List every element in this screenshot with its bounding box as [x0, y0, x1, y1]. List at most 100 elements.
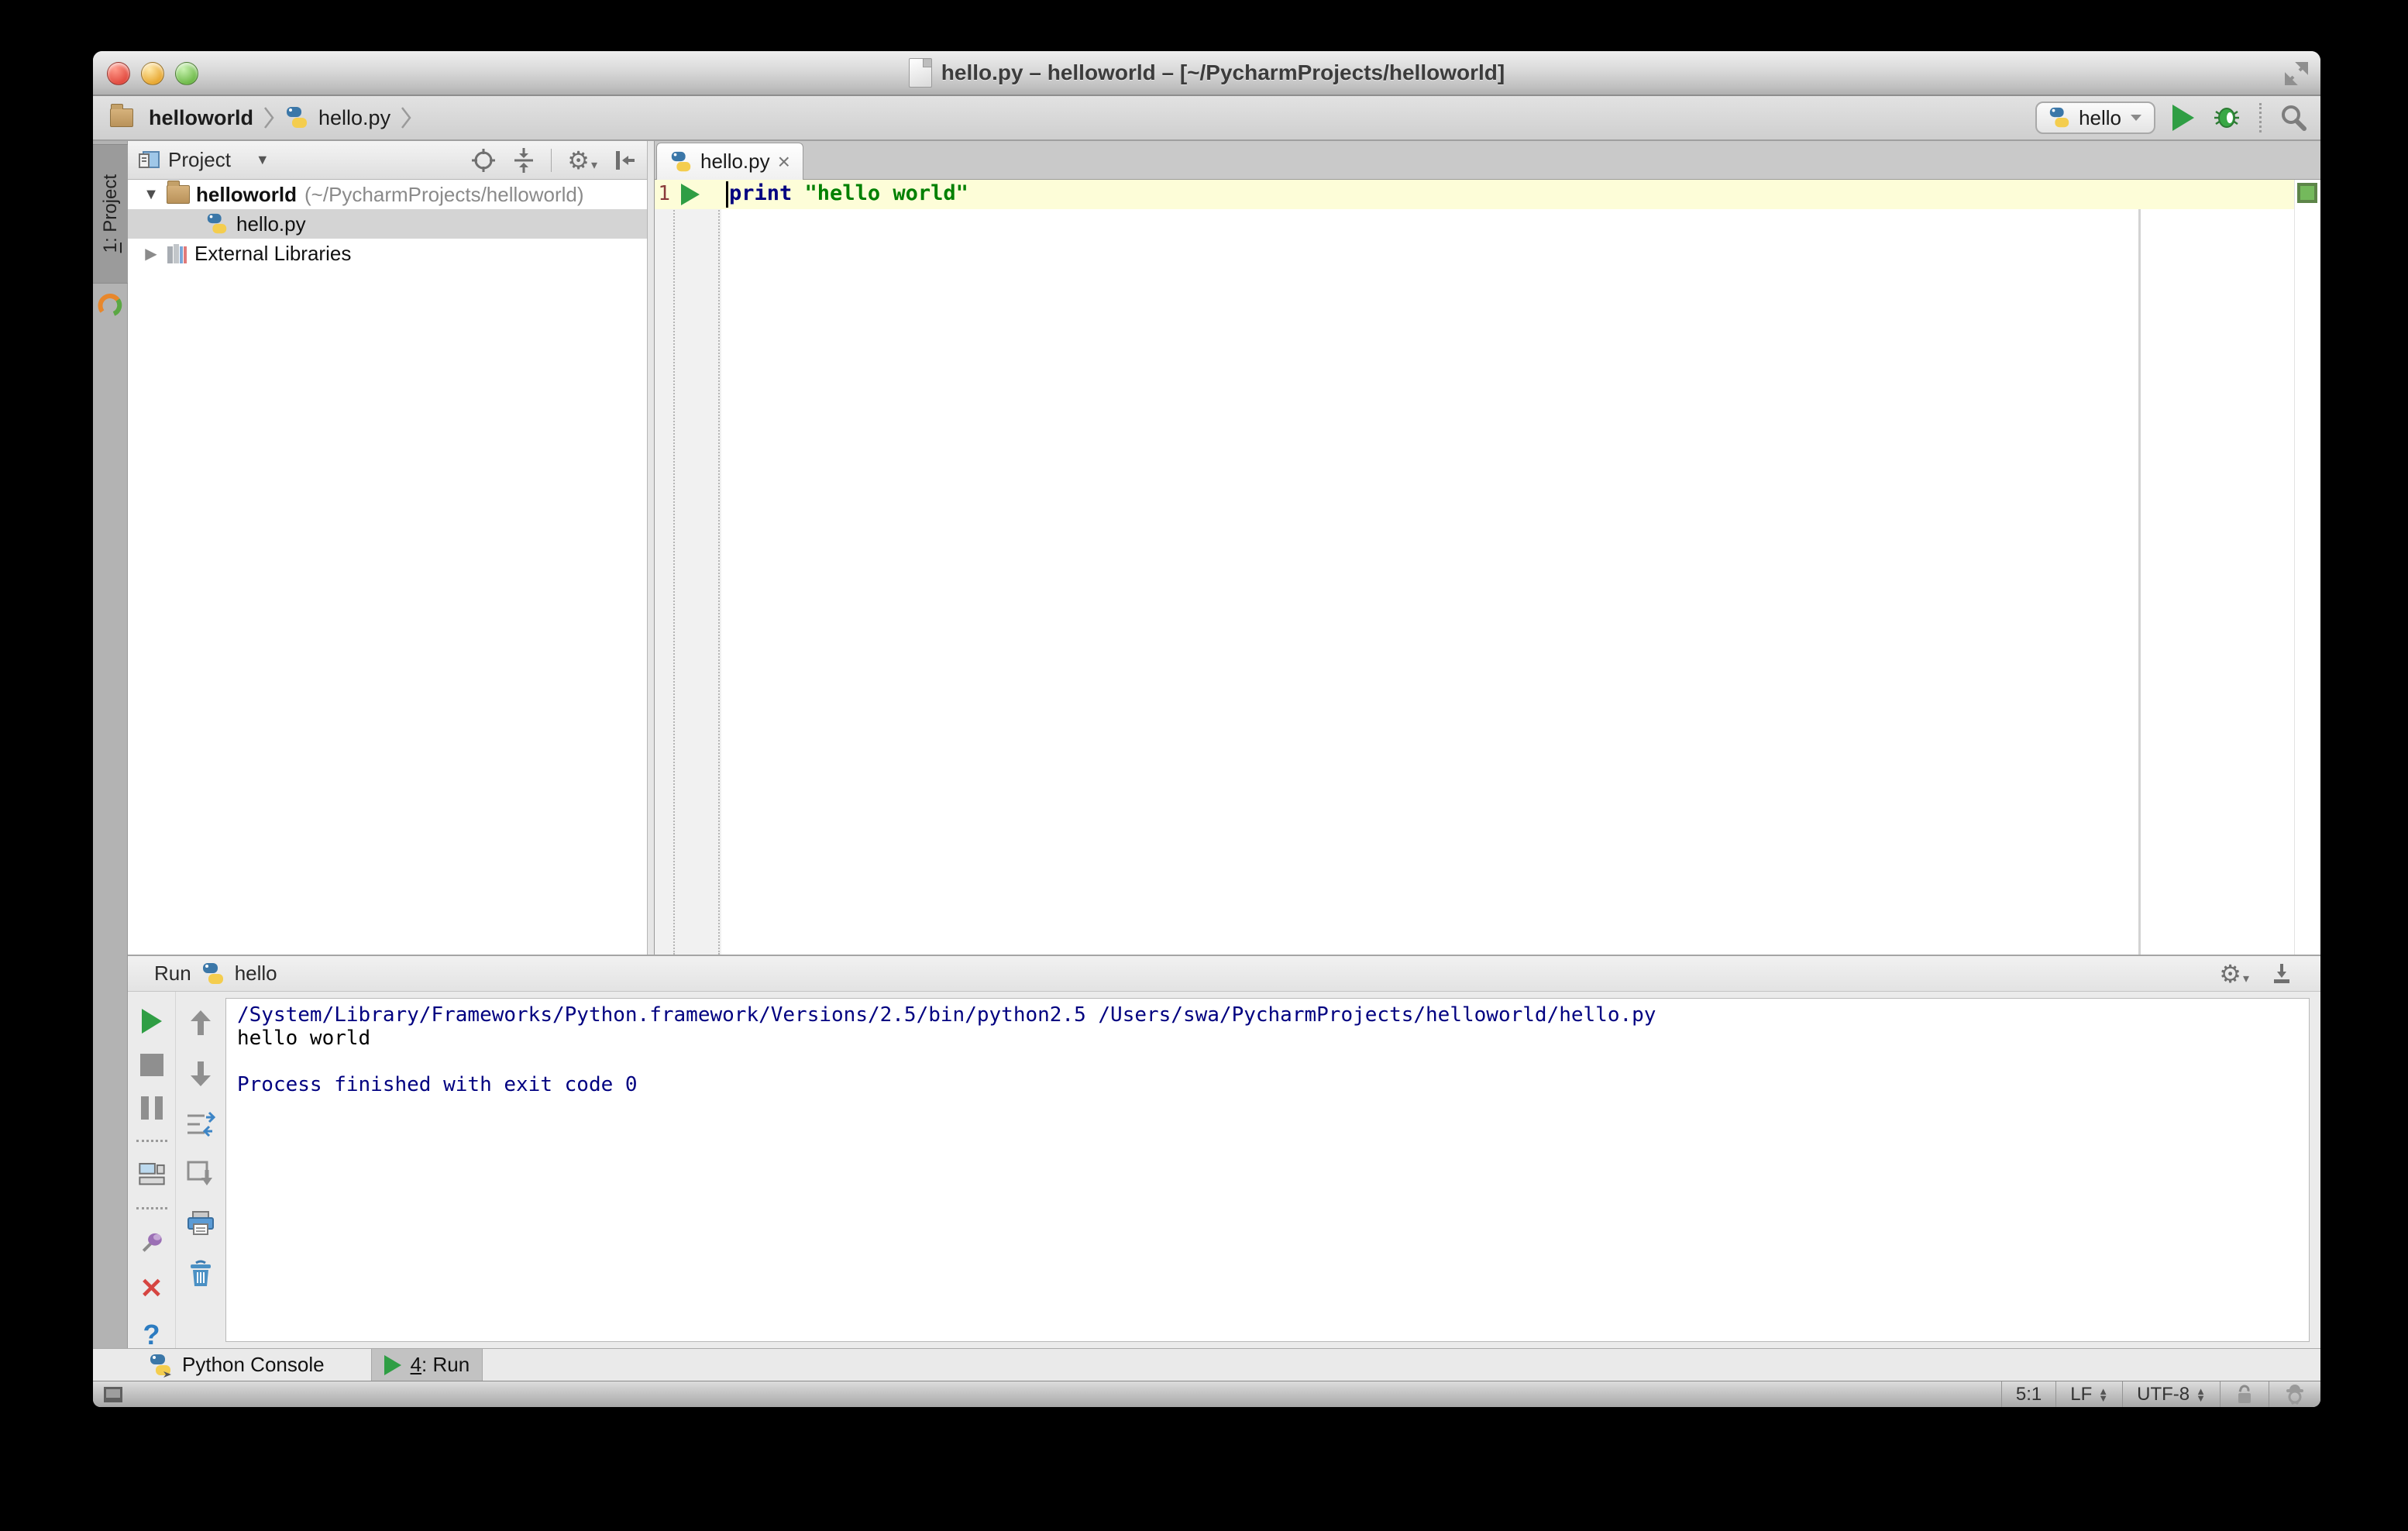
python-console-button[interactable]: Python Console: [136, 1349, 337, 1381]
run-tab-label: 4: Run: [410, 1353, 470, 1376]
run-icon[interactable]: [2172, 105, 2194, 131]
inspection-ok-marker[interactable]: [2297, 183, 2317, 203]
editor-gutter: [655, 180, 721, 955]
settings-gear-icon[interactable]: ⚙ ▾: [567, 148, 597, 173]
restore-layout-icon[interactable]: [138, 1162, 166, 1186]
breadcrumb-project[interactable]: helloworld: [149, 106, 253, 130]
editor-tab-bar: hello.py ×: [655, 141, 2320, 180]
encoding-select[interactable]: UTF-8 ▲ ▼: [2122, 1381, 2220, 1407]
locate-icon[interactable]: [470, 147, 497, 174]
print-icon[interactable]: [187, 1210, 215, 1237]
help-icon[interactable]: ?: [143, 1321, 160, 1349]
tree-row-root[interactable]: ▼ helloworld (~/PycharmProjects/hellowor…: [128, 180, 647, 209]
toolbar-separator: [136, 1206, 167, 1209]
python-console-label: Python Console: [182, 1353, 325, 1376]
run-gutter-icon[interactable]: [681, 184, 700, 205]
close-tab-icon[interactable]: ×: [778, 150, 790, 173]
project-view-icon: [139, 150, 160, 168]
stop-icon[interactable]: [139, 1054, 163, 1077]
collapsed-arrow-icon[interactable]: ▶: [140, 244, 162, 263]
up-stack-icon[interactable]: [189, 1009, 212, 1037]
python-console-icon: [150, 1354, 171, 1378]
rerun-icon[interactable]: [141, 1009, 162, 1034]
debug-icon[interactable]: [2211, 102, 2242, 133]
toolbar-separator: [136, 1140, 167, 1143]
run-panel-config-name: hello: [234, 962, 277, 985]
tree-row-external-libraries[interactable]: ▶ External Libraries: [128, 239, 647, 268]
python-file-icon: [202, 962, 223, 984]
toggle-toolbars-icon[interactable]: [104, 1386, 122, 1402]
close-icon[interactable]: ✕: [139, 1275, 163, 1302]
python-file-icon: [671, 151, 691, 171]
project-strip-label: 1: Project: [99, 174, 121, 253]
run-toolbar-console: [176, 992, 225, 1348]
navigation-bar: helloworld hello.py hello: [93, 96, 2320, 141]
line-separator-select[interactable]: LF ▲ ▼: [2055, 1381, 2122, 1407]
pause-output-icon[interactable]: [140, 1096, 163, 1120]
console-output[interactable]: /System/Library/Frameworks/Python.framew…: [225, 998, 2310, 1342]
updown-arrow-icon: ▲ ▼: [2196, 1385, 2206, 1404]
unlock-icon: [2238, 1385, 2251, 1403]
expanded-arrow-icon[interactable]: ▼: [140, 186, 162, 204]
breadcrumb-file[interactable]: hello.py: [318, 106, 390, 130]
settings-gear-icon[interactable]: ⚙ ▾: [2219, 962, 2249, 986]
chevron-icon: [401, 107, 411, 129]
lock-toggle[interactable]: [2220, 1381, 2269, 1407]
updown-arrow-icon: ▲ ▼: [2098, 1385, 2109, 1404]
left-tool-window-strip: 1: Project: [93, 141, 128, 1348]
caret-position[interactable]: 5:1: [2000, 1381, 2055, 1407]
toolbar-separator: [2259, 103, 2262, 132]
scroll-end-icon[interactable]: [187, 1161, 215, 1187]
expand-icon[interactable]: [2283, 60, 2310, 87]
libraries-icon: [167, 244, 187, 263]
right-margin-guide: [2138, 180, 2141, 955]
project-panel-title[interactable]: Project: [168, 148, 231, 172]
inspection-profile-button[interactable]: [2269, 1381, 2320, 1407]
collapse-all-icon[interactable]: [512, 147, 535, 174]
project-panel: Project ▼ ⚙ ▾ ▼ helloworld (~/PycharmProj…: [128, 141, 648, 955]
pycharm-icon[interactable]: [98, 293, 122, 318]
line-number[interactable]: 1: [655, 182, 670, 205]
document-icon: [908, 58, 932, 88]
project-panel-header: Project ▼ ⚙ ▾: [128, 141, 647, 180]
panel-splitter[interactable]: [648, 141, 655, 955]
status-bar: 5:1 LF ▲ ▼ UTF-8 ▲ ▼: [93, 1381, 2320, 1407]
python-file-icon: [287, 107, 307, 128]
dropdown-arrow-icon: [2131, 115, 2141, 121]
hide-panel-icon[interactable]: [613, 148, 638, 173]
run-toolbar-left: ✕ ?: [128, 992, 176, 1349]
text-caret: [726, 181, 728, 208]
tab-hello-py[interactable]: hello.py ×: [656, 143, 803, 180]
run-panel-header[interactable]: Run hello ⚙ ▾: [128, 955, 2320, 992]
inspector-icon: [2286, 1384, 2303, 1405]
console-line: Process finished with exit code 0: [237, 1073, 638, 1096]
run-configuration-select[interactable]: hello: [2035, 101, 2155, 134]
soft-wrap-icon[interactable]: [186, 1111, 215, 1137]
python-file-icon: [207, 213, 227, 234]
pin-icon[interactable]: [139, 1230, 165, 1255]
tab-label: hello.py: [700, 150, 770, 173]
run-tab-button[interactable]: 4: Run: [370, 1348, 483, 1381]
run-panel-body: ✕ ? /System/Library/Frameworks/Python.fr…: [128, 992, 2320, 1349]
tree-row-hello-py[interactable]: hello.py: [128, 209, 647, 239]
run-config-name: hello: [2079, 105, 2121, 129]
tree-root-path: (~/PycharmProjects/helloworld): [304, 182, 584, 206]
current-line-highlight: 1 print "hello world": [655, 180, 2294, 209]
tree-external-libraries-label: External Libraries: [194, 241, 352, 265]
search-icon[interactable]: [2279, 103, 2308, 132]
run-config-python-icon: [2049, 107, 2069, 128]
pycharm-window: hello.py – helloworld – [~/PycharmProjec…: [93, 51, 2320, 1407]
tree-root-name: helloworld: [196, 182, 297, 206]
code-line: print "hello world": [729, 181, 968, 205]
project-tree: ▼ helloworld (~/PycharmProjects/hellowor…: [128, 180, 647, 268]
dropdown-arrow-icon[interactable]: ▼: [256, 152, 270, 168]
editor-body[interactable]: 1 print "hello world": [655, 180, 2320, 955]
sidebar-item-project[interactable]: 1: Project: [93, 144, 128, 284]
run-tab-icon: [384, 1354, 401, 1375]
toolbar-separator: [551, 148, 552, 172]
clear-all-icon[interactable]: [188, 1260, 213, 1288]
folder-icon: [167, 181, 190, 204]
hide-down-icon[interactable]: [2269, 962, 2294, 986]
title-bar[interactable]: hello.py – helloworld – [~/PycharmProjec…: [93, 51, 2320, 96]
down-stack-icon[interactable]: [189, 1060, 212, 1088]
